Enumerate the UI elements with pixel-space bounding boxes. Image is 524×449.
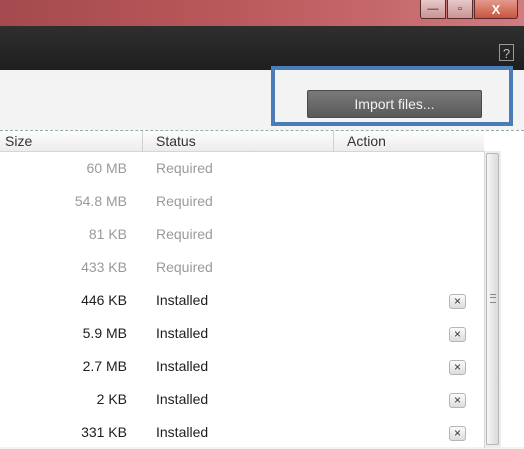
column-divider[interactable]	[333, 131, 334, 151]
maximize-button[interactable]: ▫	[447, 0, 473, 19]
minimize-button[interactable]: —	[420, 0, 446, 19]
table-row[interactable]: 433 KB Required	[0, 251, 484, 284]
size-cell: 60 MB	[86, 160, 127, 176]
remove-icon[interactable]: ×	[449, 294, 466, 309]
table-row[interactable]: 331 KB Installed ×	[0, 416, 484, 449]
table-row[interactable]: 54.8 MB Required	[0, 185, 484, 218]
remove-icon[interactable]: ×	[449, 426, 466, 441]
files-table: Size Status Action 60 MB Required 54.8 MB R…	[0, 130, 524, 449]
remove-icon[interactable]: ×	[449, 360, 466, 375]
status-cell: Installed	[156, 292, 209, 308]
table-row[interactable]: 2.7 MB Installed ×	[0, 350, 484, 383]
status-cell: Required	[156, 193, 213, 209]
column-header-status[interactable]: Status	[156, 133, 196, 149]
grip-icon	[490, 294, 496, 303]
vertical-scrollbar[interactable]	[484, 151, 501, 448]
size-cell: 2.7 MB	[82, 358, 127, 374]
table-header: Size Status Action	[0, 131, 484, 152]
close-button[interactable]: X	[474, 0, 518, 19]
status-cell: Installed	[156, 325, 209, 341]
status-cell: Required	[156, 160, 213, 176]
status-cell: Installed	[156, 358, 209, 374]
status-cell: Installed	[156, 391, 209, 407]
size-cell: 2 KB	[96, 391, 127, 407]
window-controls: — ▫ X	[420, 0, 518, 19]
size-cell: 331 KB	[81, 424, 127, 440]
highlight-box	[271, 66, 513, 126]
column-header-size[interactable]: Size	[5, 133, 32, 149]
size-cell: 446 KB	[81, 292, 127, 308]
scroll-thumb[interactable]	[486, 153, 499, 445]
table-row[interactable]: 446 KB Installed ×	[0, 284, 484, 317]
table-row[interactable]: 2 KB Installed ×	[0, 383, 484, 416]
column-header-action[interactable]: Action	[347, 133, 386, 149]
window-titlebar: — ▫ X	[0, 0, 524, 26]
status-cell: Required	[156, 259, 213, 275]
size-cell: 81 KB	[88, 226, 127, 242]
remove-icon[interactable]: ×	[449, 393, 466, 408]
size-cell: 433 KB	[81, 259, 127, 275]
table-row[interactable]: 60 MB Required	[0, 152, 484, 185]
remove-icon[interactable]: ×	[449, 327, 466, 342]
size-cell: 5.9 MB	[82, 325, 127, 341]
help-button[interactable]: ?	[499, 44, 514, 61]
table-row[interactable]: 5.9 MB Installed ×	[0, 317, 484, 350]
status-cell: Installed	[156, 424, 209, 440]
app-header: ?	[0, 26, 524, 70]
column-divider[interactable]	[142, 131, 143, 151]
table-row[interactable]: 81 KB Required	[0, 218, 484, 251]
status-cell: Required	[156, 226, 213, 242]
size-cell: 54.8 MB	[74, 193, 127, 209]
